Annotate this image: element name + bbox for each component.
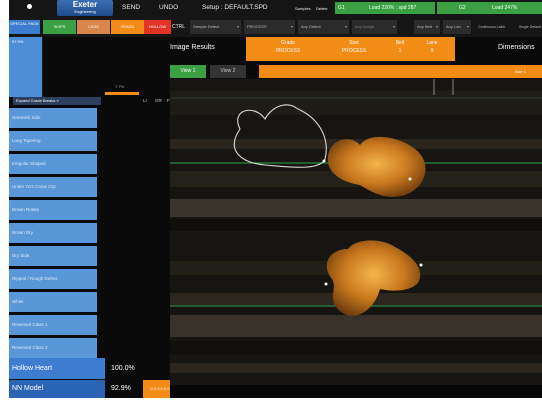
g1-label: G1 <box>338 5 345 11</box>
view-2-tab[interactable]: View 2 <box>210 65 246 78</box>
size-label: Size <box>349 40 359 46</box>
column-header-gr: GR <box>155 98 162 103</box>
continuous-latch-toggle[interactable]: Continuous Latch <box>478 25 505 29</box>
defect-item[interactable]: Irregular Shaped <box>9 154 97 174</box>
any-defect-dropdown[interactable]: Any Defect <box>298 20 349 34</box>
belt-value: 1 <box>398 48 402 54</box>
skips-button[interactable]: SKIPS <box>43 20 76 34</box>
camera-image-drawing <box>170 79 542 385</box>
defect-list: Greenish Side Long Tapering Irregular Sh… <box>9 108 97 361</box>
defect-item[interactable]: Brown Dry <box>9 223 97 243</box>
defect-item[interactable]: Long Tapering <box>9 131 97 151</box>
hollow-button[interactable]: HOLLOW <box>144 20 171 34</box>
load-status-g2: G2 Load 247% <box>437 2 542 14</box>
lane-label: Lane <box>426 40 438 46</box>
brand-logo: Exeter Engineering <box>57 0 113 16</box>
summary-value: 97.9% <box>12 39 24 44</box>
send-button[interactable]: SEND <box>122 4 140 11</box>
dimensions-title: Dimensions <box>498 44 535 51</box>
grade-value: PROCESS <box>275 48 301 54</box>
nn-model-button[interactable]: NN Model <box>9 380 105 398</box>
any-lane-dropdown[interactable]: Any Lan <box>443 20 471 34</box>
ctrl-label: CTRL <box>172 24 186 30</box>
load-status-g1: G1 Load 220% : spd 287 <box>335 2 435 14</box>
grade-label: Grade <box>281 40 295 46</box>
image-results-title: Image Results <box>170 44 215 51</box>
divider <box>42 37 43 97</box>
size-value: PROCESS <box>341 48 367 54</box>
any-image-dropdown[interactable]: Any Image <box>352 20 397 34</box>
fradd-button[interactable]: FRADD <box>111 20 144 34</box>
chevron-right-icon: » <box>56 98 59 103</box>
defect-item[interactable]: Ripped / Rough Defect <box>9 269 97 289</box>
cssg-button[interactable]: CSSG <box>77 20 110 34</box>
image-footer-strip <box>170 385 542 398</box>
defect-item[interactable]: Greenish Side <box>9 108 97 128</box>
samples-button[interactable]: Samples <box>295 6 311 11</box>
sample-defect-dropdown[interactable]: Sample Defect <box>190 20 241 34</box>
size-bar: Size 1 <box>259 65 542 78</box>
defect-item[interactable]: Dry Side <box>9 246 97 266</box>
top-bar: Exeter Engineering SEND UNDO Setup : DEFA… <box>9 0 542 17</box>
summary-tile[interactable]: 97.9% <box>9 37 42 97</box>
g1-load-label: Load 220% : spd 287 <box>369 5 417 11</box>
defect-item[interactable]: Under 7cm Cross Grp <box>9 177 97 197</box>
hollow-heart-button[interactable]: Hollow Heart <box>9 358 105 379</box>
belt-label: Belt <box>395 40 405 46</box>
g2-load-label: Load 247% <box>492 5 518 11</box>
undo-button[interactable]: UNDO <box>159 4 178 11</box>
camera-image[interactable] <box>170 79 542 385</box>
g2-label: G2 <box>459 5 466 11</box>
any-belt-dropdown[interactable]: Any Belt <box>414 20 440 34</box>
expand-label: Expand Grade Breaks <box>16 98 56 103</box>
app-screen: Exeter Engineering SEND UNDO Setup : DEFA… <box>9 0 542 398</box>
menu-dot-icon[interactable] <box>27 4 32 9</box>
percent-bar <box>105 92 139 95</box>
defect-item[interactable]: Brown Rotary <box>9 200 97 220</box>
grade-summary: Grade PROCESS Size PROCESS Belt 1 Lane 9 <box>246 37 455 61</box>
delete-button[interactable]: Delete <box>316 6 328 11</box>
nn-model-value: 92.9% <box>111 385 131 392</box>
single-default-toggle[interactable]: Single Default <box>519 25 541 29</box>
percent-label: 7.7% <box>115 84 125 89</box>
defect-item[interactable]: Reversed Class 2 <box>9 338 97 358</box>
view-1-tab[interactable]: View 1 <box>170 65 206 78</box>
defect-item[interactable]: White <box>9 292 97 312</box>
column-header-li: LI <box>143 98 147 103</box>
hollow-heart-value: 100.0% <box>111 365 135 372</box>
device-frame: Exeter Engineering SEND UNDO Setup : DEFA… <box>0 0 542 400</box>
process-dropdown[interactable]: PROCESS <box>244 20 295 34</box>
lane-value: 9 <box>430 48 434 54</box>
special-pack-button[interactable]: SPECIAL PACK <box>9 20 40 34</box>
control-bar: SPECIAL PACK SKIPS CSSG FRADD HOLLOW CTR… <box>9 17 542 37</box>
expand-grade-breaks-button[interactable]: Expand Grade Breaks » <box>13 97 101 105</box>
setup-label: Setup : DEFAULT.SPD <box>202 4 268 11</box>
defect-item[interactable]: Reversed Class 1 <box>9 315 97 335</box>
